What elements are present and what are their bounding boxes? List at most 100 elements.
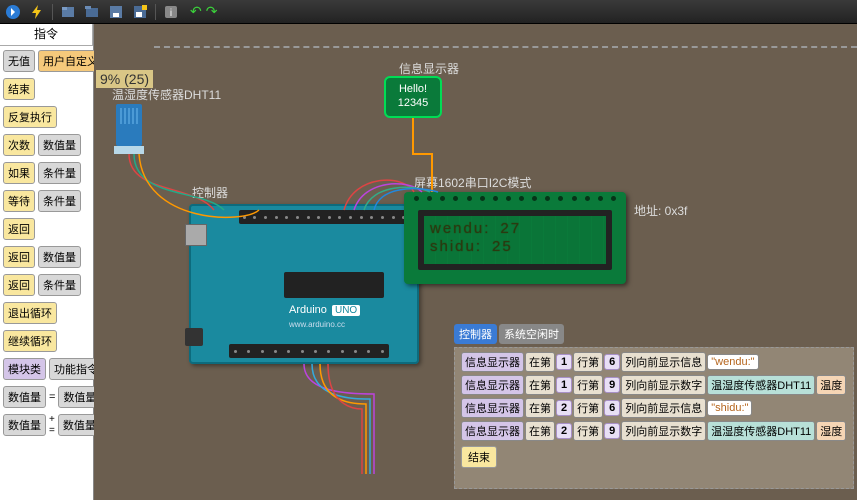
chip-display[interactable]: 信息显示器 <box>461 352 524 372</box>
pluseq-icon: + = <box>49 414 55 436</box>
chip-humid[interactable]: 湿度 <box>816 421 846 441</box>
lcd-pins <box>414 196 616 204</box>
canvas[interactable]: 9% (25) 温湿度传感器DHT11 控制器 Arduino UNO www.… <box>94 24 857 500</box>
eq-icon: = <box>49 391 55 403</box>
block-numC[interactable]: 数值量 <box>3 414 46 436</box>
chip-showtext: 列向前显示信息 <box>621 352 706 372</box>
chip-str-shidu[interactable]: "shidu:" <box>707 400 752 416</box>
chip-row2[interactable]: 2 <box>556 400 572 416</box>
save-as-icon[interactable] <box>131 3 149 21</box>
lcd-r2-label: shidu: <box>430 238 482 256</box>
dht-sensor[interactable] <box>116 104 142 146</box>
chip-display[interactable]: 信息显示器 <box>461 398 524 418</box>
chip-col9b[interactable]: 9 <box>604 423 620 439</box>
block-break[interactable]: 退出循环 <box>3 302 57 324</box>
chip-rowsuf: 行第 <box>573 352 603 372</box>
undo-icon[interactable]: ↶ <box>190 3 202 20</box>
info-display[interactable]: Hello! 12345 <box>384 76 442 118</box>
palette-tabs: 指令 <box>0 24 93 46</box>
code-header: 控制器 系统空闲时 <box>454 324 854 344</box>
block-module[interactable]: 模块类 <box>3 358 46 380</box>
arduino-usb <box>185 224 207 246</box>
block-numval2[interactable]: 数值量 <box>38 246 81 268</box>
chip-col6[interactable]: 6 <box>604 354 620 370</box>
svg-text:i: i <box>170 8 172 19</box>
lcd-r1-val: 27 <box>500 220 521 238</box>
arduino-board[interactable]: Arduino UNO www.arduino.cc <box>189 204 419 364</box>
chip-temp[interactable]: 温度 <box>816 375 846 395</box>
block-cond[interactable]: 条件量 <box>38 162 81 184</box>
arduino-url: www.arduino.cc <box>289 320 345 329</box>
info-icon[interactable]: i <box>162 3 180 21</box>
tab-commands[interactable]: 指令 <box>0 24 93 45</box>
chip-sensor[interactable]: 温湿度传感器DHT11 <box>707 375 815 395</box>
block-return[interactable]: 返回 <box>3 218 35 240</box>
block-wait[interactable]: 等待 <box>3 190 35 212</box>
info-line1: Hello! <box>386 82 440 96</box>
chip-str-wendu[interactable]: "wendu:" <box>707 354 758 370</box>
dht-label: 温湿度传感器DHT11 <box>112 86 221 103</box>
arduino-chip <box>284 272 384 298</box>
lcd-module[interactable]: wendu:27 shidu:25 <box>404 192 626 284</box>
chip-showtext: 列向前显示信息 <box>621 398 706 418</box>
chip-row2b[interactable]: 2 <box>556 423 572 439</box>
code-header-controller[interactable]: 控制器 <box>454 324 497 344</box>
chip-rowsuf: 行第 <box>573 421 603 441</box>
block-if[interactable]: 如果 <box>3 162 35 184</box>
canvas-divider <box>154 46 857 48</box>
code-line-1[interactable]: 信息显示器 在第 1 行第 6 列向前显示信息 "wendu:" <box>461 352 847 372</box>
chip-display[interactable]: 信息显示器 <box>461 375 524 395</box>
code-line-4[interactable]: 信息显示器 在第 2 行第 9 列向前显示数字 温湿度传感器DHT11 湿度 <box>461 421 847 441</box>
chip-row1b[interactable]: 1 <box>556 377 572 393</box>
arduino-headers-bottom <box>229 344 389 358</box>
code-body: 信息显示器 在第 1 行第 6 列向前显示信息 "wendu:" 信息显示器 在… <box>454 347 854 489</box>
chip-shownum: 列向前显示数字 <box>621 375 706 395</box>
arduino-logo-text: Arduino UNO <box>289 304 360 316</box>
chip-rowsuf: 行第 <box>573 398 603 418</box>
block-loop[interactable]: 反复执行 <box>3 106 57 128</box>
left-panel: 指令 无值用户自定义 结束 反复执行 次数数值量 如果条件量 等待条件量 返回 … <box>0 24 94 500</box>
redo-icon[interactable]: ↷ <box>206 3 218 20</box>
separator <box>52 4 53 20</box>
chip-shownum: 列向前显示数字 <box>621 421 706 441</box>
block-return-num[interactable]: 返回 <box>3 246 35 268</box>
chip-sensor2[interactable]: 温湿度传感器DHT11 <box>707 421 815 441</box>
separator <box>155 4 156 20</box>
code-end[interactable]: 结束 <box>461 446 497 468</box>
arduino-headers-top <box>239 210 409 224</box>
block-numA[interactable]: 数值量 <box>3 386 46 408</box>
chip-col6b[interactable]: 6 <box>604 400 620 416</box>
chip-col9[interactable]: 9 <box>604 377 620 393</box>
chip-atrow: 在第 <box>525 352 555 372</box>
info-display-label: 信息显示器 <box>399 60 459 77</box>
chip-row1[interactable]: 1 <box>556 354 572 370</box>
open-file-icon[interactable] <box>83 3 101 21</box>
block-cond3[interactable]: 条件量 <box>38 274 81 296</box>
block-end[interactable]: 结束 <box>3 78 35 100</box>
chip-rowsuf: 行第 <box>573 375 603 395</box>
controller-label: 控制器 <box>192 184 228 201</box>
new-file-icon[interactable] <box>59 3 77 21</box>
info-line2: 12345 <box>386 96 440 110</box>
code-panel[interactable]: 控制器 系统空闲时 信息显示器 在第 1 行第 6 列向前显示信息 "wendu… <box>454 324 854 489</box>
block-return-cond[interactable]: 返回 <box>3 274 35 296</box>
code-header-event[interactable]: 系统空闲时 <box>499 324 564 344</box>
block-continue[interactable]: 继续循环 <box>3 330 57 352</box>
lcd-r1-label: wendu: <box>430 220 490 238</box>
chip-atrow: 在第 <box>525 375 555 395</box>
save-icon[interactable] <box>107 3 125 21</box>
code-line-3[interactable]: 信息显示器 在第 2 行第 6 列向前显示信息 "shidu:" <box>461 398 847 418</box>
toolbar: i ↶ ↷ <box>0 0 857 24</box>
code-line-2[interactable]: 信息显示器 在第 1 行第 9 列向前显示数字 温湿度传感器DHT11 温度 <box>461 375 847 395</box>
arduino-power <box>185 328 203 346</box>
lcd-screen: wendu:27 shidu:25 <box>418 210 612 270</box>
bolt-icon[interactable] <box>28 3 46 21</box>
block-cond2[interactable]: 条件量 <box>38 190 81 212</box>
palette: 无值用户自定义 结束 反复执行 次数数值量 如果条件量 等待条件量 返回 返回数… <box>0 46 93 440</box>
block-times[interactable]: 次数 <box>3 134 35 156</box>
note-icon[interactable] <box>4 3 22 21</box>
block-novalue[interactable]: 无值 <box>3 50 35 72</box>
lcd-address: 地址: 0x3f <box>634 202 687 219</box>
block-numval[interactable]: 数值量 <box>38 134 81 156</box>
chip-display[interactable]: 信息显示器 <box>461 421 524 441</box>
